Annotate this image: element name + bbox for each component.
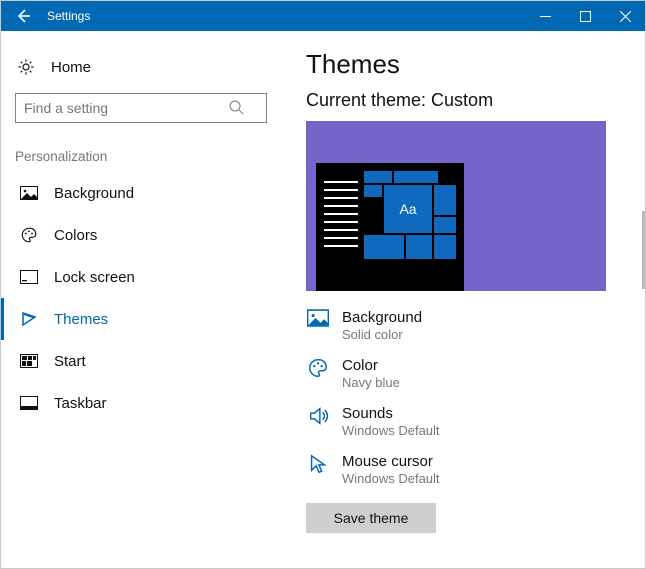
minimize-button[interactable]	[525, 1, 565, 31]
option-subtitle: Windows Default	[342, 423, 440, 439]
content-area: Themes Current theme: Custom Aa	[296, 31, 645, 568]
cursor-icon	[306, 453, 330, 477]
preview-menu-lines	[324, 181, 358, 247]
page-title: Themes	[306, 49, 617, 80]
sidebar-item-label: Colors	[54, 227, 97, 244]
section-header: Personalization	[1, 133, 282, 172]
option-title: Color	[342, 357, 400, 375]
themes-icon	[18, 311, 40, 327]
option-subtitle: Solid color	[342, 327, 422, 343]
taskbar-icon	[18, 396, 40, 410]
option-sounds[interactable]: Sounds Windows Default	[306, 401, 617, 449]
picture-icon	[306, 309, 330, 333]
option-subtitle: Windows Default	[342, 471, 440, 487]
start-icon	[18, 354, 40, 368]
save-theme-button[interactable]: Save theme	[306, 503, 436, 533]
scrollbar-thumb[interactable]	[642, 211, 645, 289]
titlebar: Settings	[1, 1, 645, 31]
back-button[interactable]	[1, 1, 45, 31]
sidebar-item-label: Themes	[54, 311, 108, 328]
maximize-icon	[580, 11, 591, 22]
back-arrow-icon	[15, 8, 31, 24]
option-color[interactable]: Color Navy blue	[306, 353, 617, 401]
sidebar-item-themes[interactable]: Themes	[1, 298, 282, 340]
option-background[interactable]: Background Solid color	[306, 305, 617, 353]
search-input[interactable]	[15, 93, 267, 123]
search-box	[15, 93, 268, 123]
home-label: Home	[51, 59, 91, 76]
sidebar-item-label: Taskbar	[54, 395, 107, 412]
palette-icon	[18, 226, 40, 244]
option-subtitle: Navy blue	[342, 375, 400, 391]
sidebar-item-label: Background	[54, 185, 134, 202]
sidebar-item-lockscreen[interactable]: Lock screen	[1, 256, 282, 298]
sidebar: Home Personalization Background	[1, 31, 296, 568]
lockscreen-icon	[18, 270, 40, 284]
preview-start-panel: Aa	[316, 163, 464, 291]
close-icon	[620, 11, 631, 22]
picture-icon	[18, 186, 40, 200]
settings-window: Settings Home	[0, 0, 646, 569]
close-button[interactable]	[605, 1, 645, 31]
preview-tiles: Aa	[364, 171, 458, 283]
sound-icon	[306, 405, 330, 429]
gear-icon	[15, 58, 37, 76]
option-title: Sounds	[342, 405, 440, 423]
palette-icon	[306, 357, 330, 381]
sidebar-item-taskbar[interactable]: Taskbar	[1, 382, 282, 424]
option-mouse-cursor[interactable]: Mouse cursor Windows Default	[306, 449, 617, 497]
minimize-icon	[540, 11, 551, 22]
sidebar-item-background[interactable]: Background	[1, 172, 282, 214]
sidebar-item-start[interactable]: Start	[1, 340, 282, 382]
maximize-button[interactable]	[565, 1, 605, 31]
sidebar-item-label: Lock screen	[54, 269, 135, 286]
window-title: Settings	[45, 9, 90, 23]
theme-preview[interactable]: Aa	[306, 121, 606, 291]
option-title: Background	[342, 309, 422, 327]
current-theme-label: Current theme: Custom	[306, 90, 617, 111]
preview-tile-aa: Aa	[384, 185, 432, 233]
sidebar-item-label: Start	[54, 353, 86, 370]
option-title: Mouse cursor	[342, 453, 440, 471]
home-button[interactable]: Home	[1, 45, 282, 89]
sidebar-item-colors[interactable]: Colors	[1, 214, 282, 256]
